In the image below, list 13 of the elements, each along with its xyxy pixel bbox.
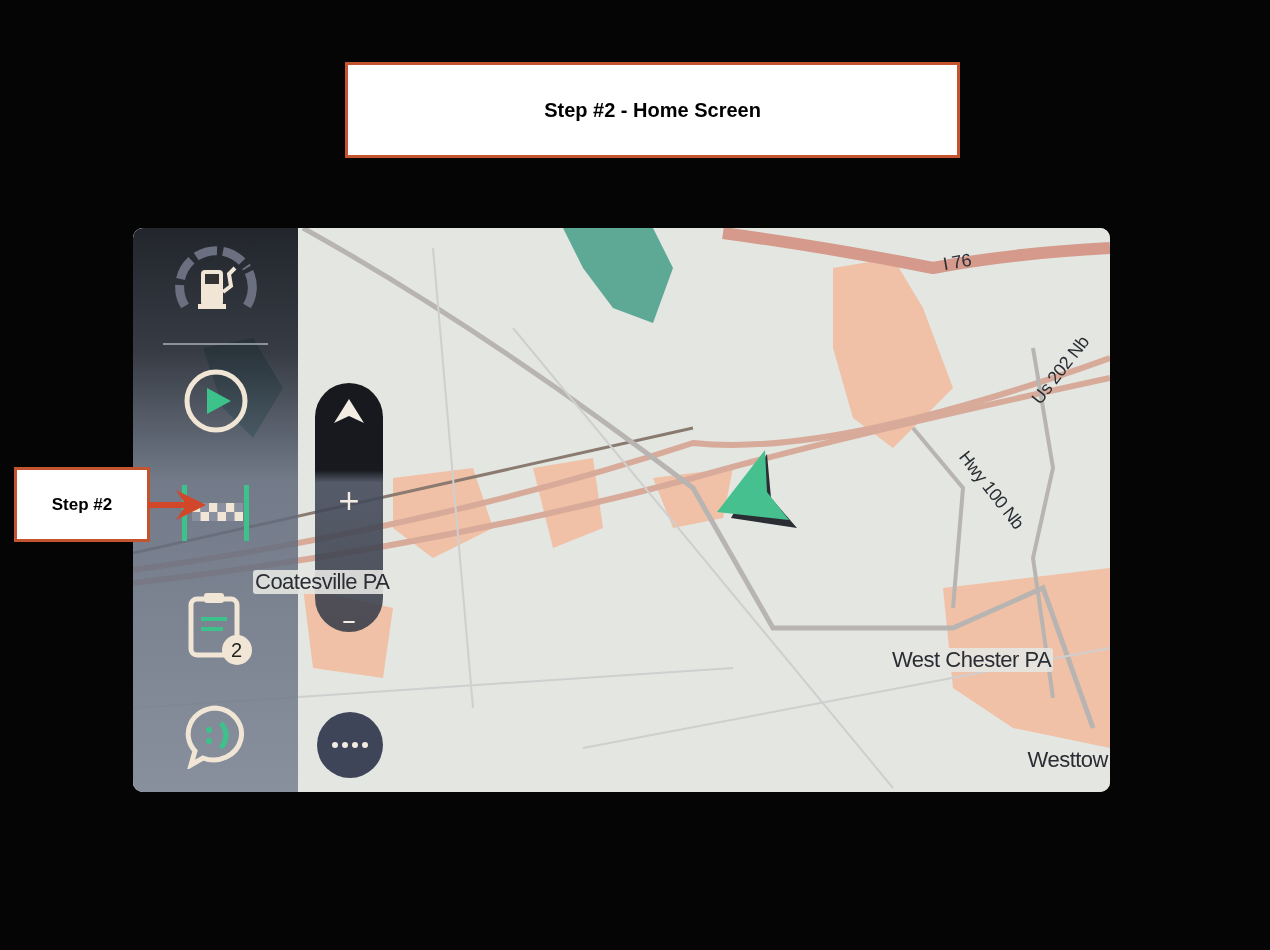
road-label: I 76 [940,248,974,277]
road-label: Us 202 Nb [1026,331,1094,410]
dots-icon [330,742,370,748]
compass-arrow-icon [334,398,364,423]
pointer-arrow-icon [148,488,208,522]
play-icon [182,367,249,434]
count-badge: 2 [221,635,252,666]
step-callout: Step #2 [14,467,150,542]
zoom-out-button[interactable]: – [324,610,374,632]
callout-title: Step #2 - Home Screen [345,62,960,158]
place-label: Coatesville PA [253,570,392,594]
place-label: West Chester PA [890,648,1054,672]
zoom-in-button[interactable]: + [324,476,374,526]
